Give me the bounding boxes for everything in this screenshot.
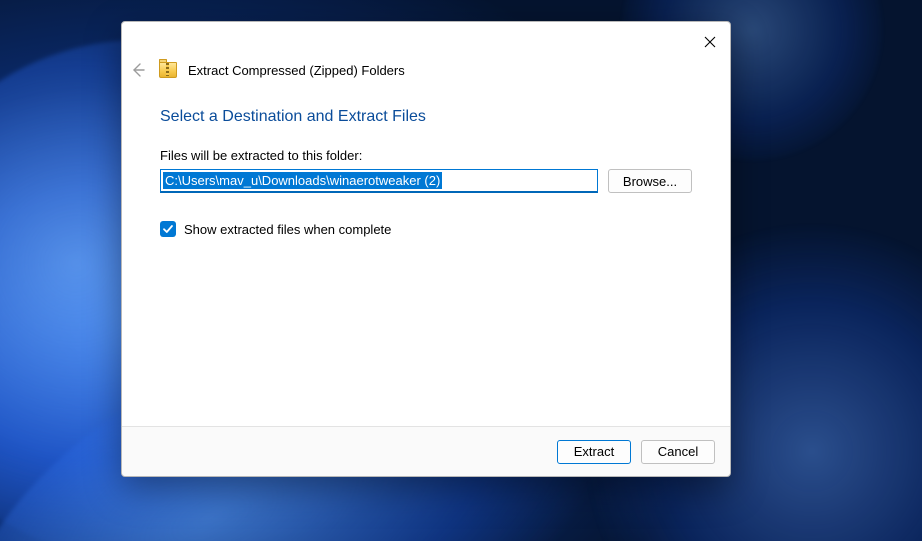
show-extracted-checkbox[interactable] — [160, 221, 176, 237]
close-button[interactable] — [696, 30, 724, 54]
zip-folder-icon — [159, 62, 177, 78]
destination-path-field: C:\Users\mav_u\Downloads\winaerotweaker … — [160, 169, 598, 193]
back-button[interactable] — [128, 60, 148, 80]
back-arrow-icon — [130, 62, 146, 78]
path-label: Files will be extracted to this folder: — [160, 148, 692, 163]
checkmark-icon — [162, 223, 174, 235]
browse-button[interactable]: Browse... — [608, 169, 692, 193]
extract-dialog: Extract Compressed (Zipped) Folders Sele… — [121, 21, 731, 477]
dialog-title: Extract Compressed (Zipped) Folders — [188, 63, 405, 78]
instruction-heading: Select a Destination and Extract Files — [160, 108, 692, 126]
dialog-footer: Extract Cancel — [122, 426, 730, 476]
show-extracted-label: Show extracted files when complete — [184, 222, 391, 237]
dialog-content: Select a Destination and Extract Files F… — [122, 90, 730, 426]
close-icon — [704, 36, 716, 48]
destination-path-input[interactable] — [160, 169, 598, 193]
titlebar — [122, 22, 730, 58]
extract-button[interactable]: Extract — [557, 440, 631, 464]
cancel-button[interactable]: Cancel — [641, 440, 715, 464]
dialog-header: Extract Compressed (Zipped) Folders — [122, 58, 730, 90]
